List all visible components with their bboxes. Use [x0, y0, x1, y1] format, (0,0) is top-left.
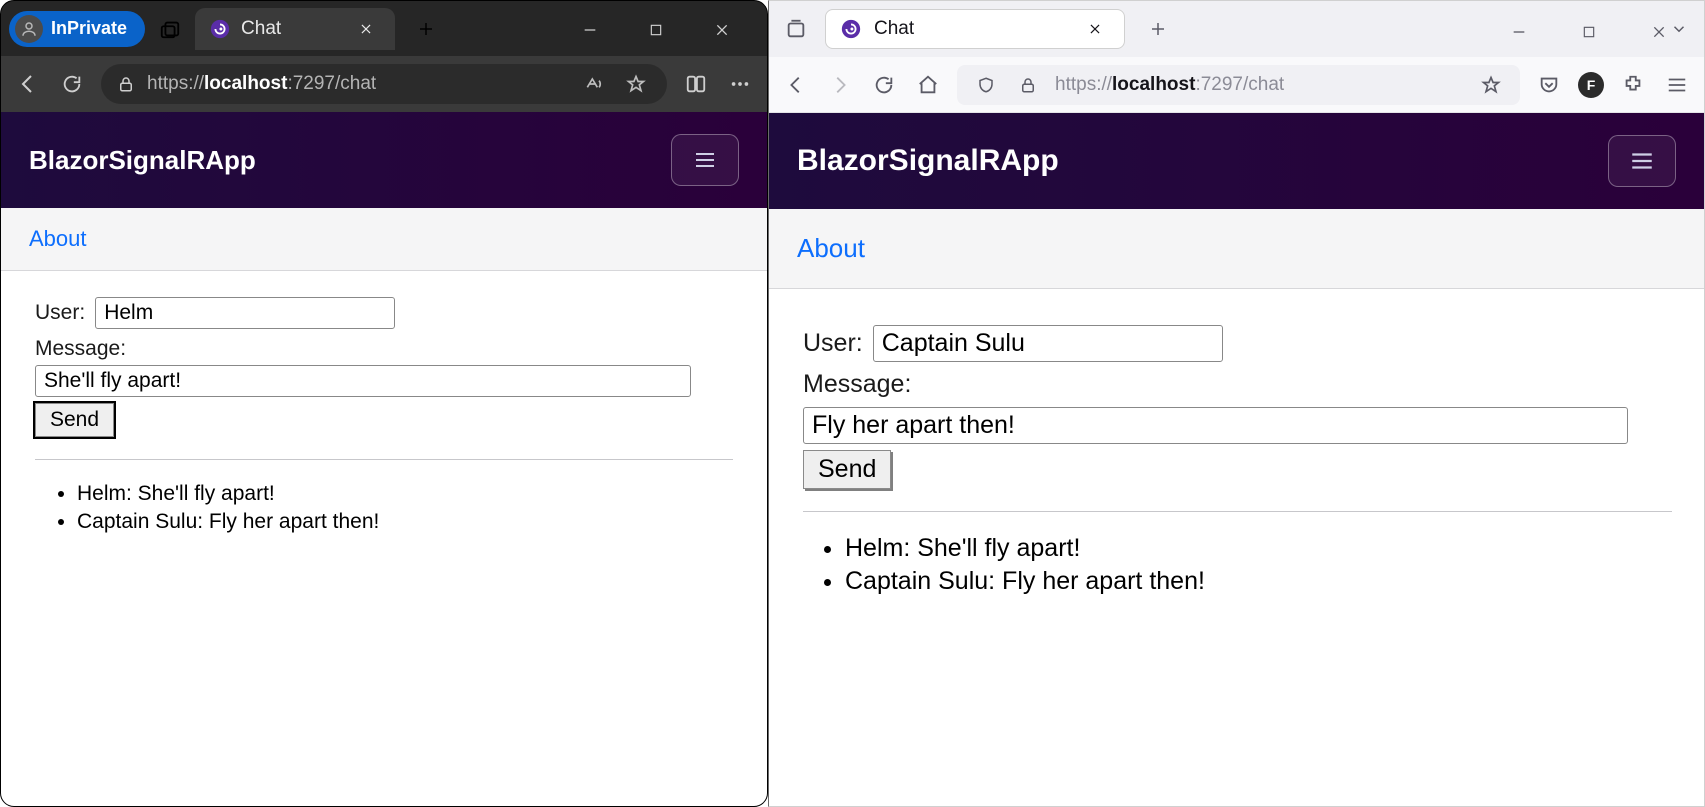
message-list: Helm: She'll fly apart! Captain Sulu: Fl… [35, 482, 733, 534]
browser-tab-chat[interactable]: Chat [195, 8, 395, 50]
user-label: User: [35, 301, 85, 325]
pocket-button[interactable] [1534, 70, 1564, 100]
new-tab-button[interactable] [411, 14, 441, 44]
window-controls [1488, 1, 1690, 63]
browser-tab-chat[interactable]: Chat [825, 9, 1125, 49]
about-link[interactable]: About [797, 233, 865, 263]
message-label: Message: [803, 370, 911, 398]
address-bar[interactable]: https://localhost:7297/chat [101, 64, 667, 104]
tab-overview-button[interactable] [779, 12, 813, 46]
firefox-window: Chat [768, 0, 1705, 807]
send-button[interactable]: Send [803, 450, 891, 489]
address-bar[interactable]: https://localhost:7297/chat [957, 65, 1520, 105]
chat-page: User: Message: Send Helm: She'll fly apa… [769, 289, 1704, 806]
about-link[interactable]: About [29, 226, 87, 251]
back-button[interactable] [13, 69, 43, 99]
firefox-toolbar: https://localhost:7297/chat F [769, 57, 1704, 113]
app-header: BlazorSignalRApp [769, 113, 1704, 209]
lock-icon [1013, 70, 1043, 100]
back-button[interactable] [781, 70, 811, 100]
blazor-favicon-icon [840, 18, 862, 40]
tab-title: Chat [241, 18, 341, 40]
extensions-button[interactable] [1618, 70, 1648, 100]
chat-page: User: Message: Send Helm: She'll fly apa… [1, 271, 767, 806]
refresh-button[interactable] [57, 69, 87, 99]
edge-toolbar: https://localhost:7297/chat [1, 56, 767, 112]
firefox-tabstrip: Chat [769, 1, 1704, 57]
user-input[interactable] [95, 297, 395, 329]
list-item: Helm: She'll fly apart! [845, 534, 1672, 563]
user-input[interactable] [873, 325, 1223, 362]
url-display: https://localhost:7297/chat [147, 73, 376, 95]
close-window-button[interactable] [707, 15, 737, 45]
separator [35, 459, 733, 460]
refresh-button[interactable] [869, 70, 899, 100]
avatar-icon [15, 15, 43, 43]
profile-button[interactable]: F [1578, 72, 1604, 98]
user-label: User: [803, 329, 863, 358]
list-item: Helm: She'll fly apart! [77, 482, 733, 506]
maximize-button[interactable] [641, 15, 671, 45]
message-label: Message: [35, 337, 126, 360]
minimize-button[interactable] [1504, 17, 1534, 47]
tab-title: Chat [874, 18, 1068, 40]
url-host: localhost [1112, 74, 1195, 95]
url-scheme: https:// [147, 73, 204, 94]
home-button[interactable] [913, 70, 943, 100]
about-bar: About [769, 209, 1704, 289]
close-tab-button[interactable] [1080, 14, 1110, 44]
forward-button[interactable] [825, 70, 855, 100]
url-host: localhost [204, 73, 287, 94]
message-list: Helm: She'll fly apart! Captain Sulu: Fl… [803, 534, 1672, 596]
inprivate-label: InPrivate [51, 18, 127, 39]
shield-icon[interactable] [971, 70, 1001, 100]
profile-initial: F [1587, 77, 1596, 93]
url-path: :7297/chat [287, 73, 376, 94]
lock-icon [117, 75, 135, 93]
blazor-favicon-icon [209, 18, 231, 40]
nav-toggle-button[interactable] [1608, 135, 1676, 187]
app-menu-button[interactable] [1662, 70, 1692, 100]
maximize-button[interactable] [1574, 17, 1604, 47]
favorite-button[interactable] [621, 69, 651, 99]
message-input[interactable] [803, 407, 1628, 444]
url-path: :7297/chat [1195, 74, 1284, 95]
inprivate-badge[interactable]: InPrivate [9, 11, 145, 47]
edge-window: InPrivate Chat [0, 0, 768, 807]
minimize-button[interactable] [575, 15, 605, 45]
new-tab-button[interactable] [1143, 14, 1173, 44]
list-item: Captain Sulu: Fly her apart then! [77, 510, 733, 534]
window-controls [555, 1, 757, 59]
close-tab-button[interactable] [351, 14, 381, 44]
close-window-button[interactable] [1644, 17, 1674, 47]
url-scheme: https:// [1055, 74, 1112, 95]
tab-overview-button[interactable] [155, 14, 185, 44]
split-screen-button[interactable] [681, 69, 711, 99]
more-button[interactable] [725, 69, 755, 99]
list-item: Captain Sulu: Fly her apart then! [845, 567, 1672, 596]
edge-tabstrip: InPrivate Chat [1, 1, 767, 56]
nav-toggle-button[interactable] [671, 134, 739, 186]
message-input[interactable] [35, 365, 691, 397]
app-brand: BlazorSignalRApp [797, 144, 1059, 178]
read-aloud-button[interactable] [579, 69, 609, 99]
url-display: https://localhost:7297/chat [1055, 74, 1284, 96]
app-header: BlazorSignalRApp [1, 112, 767, 208]
send-button[interactable]: Send [35, 403, 114, 437]
separator [803, 511, 1672, 512]
about-bar: About [1, 208, 767, 271]
bookmark-button[interactable] [1476, 70, 1506, 100]
app-brand: BlazorSignalRApp [29, 145, 256, 176]
